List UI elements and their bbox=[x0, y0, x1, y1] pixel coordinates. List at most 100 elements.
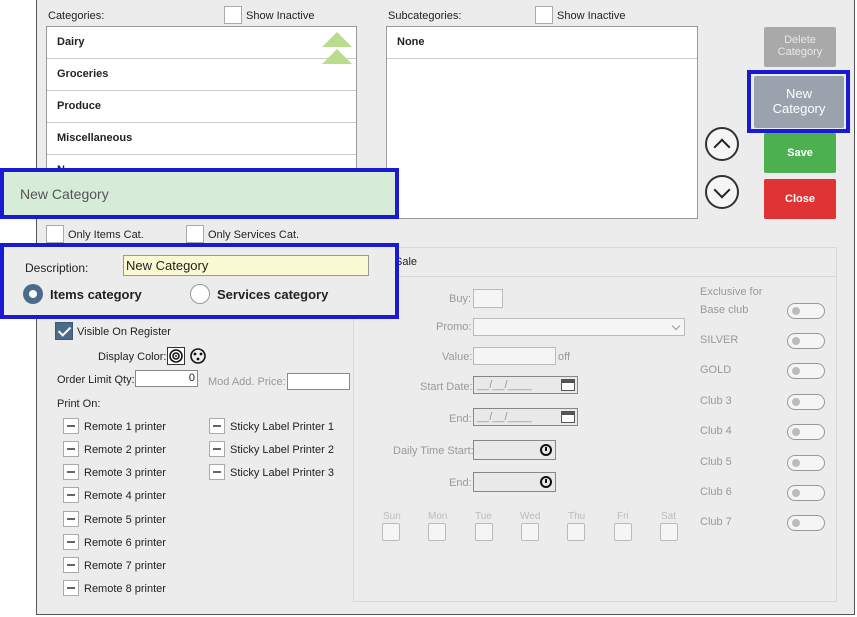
remote-5-printer-checkbox[interactable] bbox=[63, 511, 79, 527]
day-checkbox-wed[interactable] bbox=[521, 523, 539, 541]
sticky-label-printer-3-checkbox[interactable] bbox=[209, 464, 225, 480]
display-color-label: Display Color: bbox=[98, 351, 167, 363]
promo-label: Promo: bbox=[436, 321, 472, 333]
sale-divider bbox=[353, 276, 837, 277]
club-label-gold: GOLD bbox=[700, 364, 732, 376]
club-label-club-3: Club 3 bbox=[700, 395, 732, 407]
list-item[interactable]: Miscellaneous bbox=[47, 123, 356, 155]
clock-icon[interactable] bbox=[540, 476, 552, 488]
club-toggle-club-6[interactable] bbox=[787, 485, 825, 501]
end-date-label: End: bbox=[449, 413, 472, 425]
move-down-button[interactable] bbox=[705, 175, 739, 209]
club-toggle-club-3[interactable] bbox=[787, 394, 825, 410]
categories-show-inactive-checkbox[interactable] bbox=[224, 6, 242, 24]
list-item[interactable]: Produce bbox=[47, 91, 356, 123]
off-label: off bbox=[558, 351, 571, 363]
club-label-club-4: Club 4 bbox=[700, 425, 732, 437]
save-button[interactable]: Save bbox=[764, 133, 836, 173]
club-label-silver: SILVER bbox=[700, 334, 739, 346]
remote-2-printer-label: Remote 2 printer bbox=[84, 444, 166, 456]
categories-show-inactive-label: Show Inactive bbox=[246, 10, 315, 22]
calendar-icon[interactable] bbox=[561, 379, 575, 391]
order-limit-input[interactable]: 0 bbox=[135, 370, 198, 387]
day-label-fri: Fri bbox=[617, 511, 629, 522]
day-label-sat: Sat bbox=[661, 511, 677, 522]
club-toggle-gold[interactable] bbox=[787, 363, 825, 379]
delete-category-button[interactable]: Delete Category bbox=[764, 27, 836, 67]
buy-label: Buy: bbox=[449, 293, 472, 305]
chevron-up-icon bbox=[713, 138, 731, 156]
base-club-toggle[interactable] bbox=[787, 303, 825, 319]
remote-5-printer-label: Remote 5 printer bbox=[84, 514, 166, 526]
remote-2-printer-checkbox[interactable] bbox=[63, 441, 79, 457]
club-label-club-6: Club 6 bbox=[700, 486, 732, 498]
daily-time-start-label: Daily Time Start: bbox=[393, 445, 474, 457]
day-label-mon: Mon bbox=[428, 511, 448, 522]
sticky-label-printer-2-label: Sticky Label Printer 2 bbox=[230, 444, 334, 456]
sale-panel bbox=[353, 247, 837, 602]
calendar-icon[interactable] bbox=[561, 411, 575, 423]
categories-list[interactable]: Dairy Groceries Produce Miscellaneous N bbox=[46, 26, 357, 176]
end-time-input[interactable] bbox=[473, 472, 556, 492]
only-items-checkbox[interactable] bbox=[46, 225, 64, 243]
only-services-label: Only Services Cat. bbox=[208, 229, 300, 241]
clock-icon[interactable] bbox=[540, 444, 552, 456]
sticky-label-printer-1-checkbox[interactable] bbox=[209, 418, 225, 434]
day-checkbox-fri[interactable] bbox=[614, 523, 632, 541]
day-checkbox-tue[interactable] bbox=[475, 523, 493, 541]
remote-3-printer-label: Remote 3 printer bbox=[84, 467, 166, 479]
day-label-sun: Sun bbox=[383, 511, 401, 522]
promo-select[interactable] bbox=[473, 318, 685, 336]
subcategories-show-inactive-checkbox[interactable] bbox=[535, 6, 553, 24]
day-checkbox-thu[interactable] bbox=[567, 523, 585, 541]
club-toggle-club-5[interactable] bbox=[787, 455, 825, 471]
print-on-label: Print On: bbox=[57, 398, 101, 410]
remote-1-printer-checkbox[interactable] bbox=[63, 418, 79, 434]
move-up-button[interactable] bbox=[705, 127, 739, 161]
chevron-down-icon bbox=[713, 181, 731, 199]
only-items-label: Only Items Cat. bbox=[68, 229, 144, 241]
close-button[interactable]: Close bbox=[764, 179, 836, 219]
only-services-checkbox[interactable] bbox=[186, 225, 204, 243]
club-toggle-silver[interactable] bbox=[787, 333, 825, 349]
club-toggle-club-7[interactable] bbox=[787, 515, 825, 531]
exclusive-label-line1: Exclusive for bbox=[700, 286, 763, 298]
remote-8-printer-checkbox[interactable] bbox=[63, 580, 79, 596]
start-date-input[interactable]: __/__/____ bbox=[473, 376, 578, 394]
remote-7-printer-label: Remote 7 printer bbox=[84, 560, 166, 572]
chevron-down-icon bbox=[671, 321, 681, 331]
palette-icon[interactable] bbox=[189, 347, 207, 365]
remote-7-printer-checkbox[interactable] bbox=[63, 557, 79, 573]
scroll-to-top-icon[interactable] bbox=[320, 30, 354, 68]
remote-4-printer-label: Remote 4 printer bbox=[84, 490, 166, 502]
remote-3-printer-checkbox[interactable] bbox=[63, 464, 79, 480]
day-checkbox-sat[interactable] bbox=[660, 523, 678, 541]
remote-4-printer-checkbox[interactable] bbox=[63, 487, 79, 503]
order-limit-value: 0 bbox=[188, 372, 195, 384]
order-limit-label: Order Limit Qty: bbox=[57, 374, 135, 386]
sticky-label-printer-2-checkbox[interactable] bbox=[209, 441, 225, 457]
start-date-value: __/__/____ bbox=[477, 379, 533, 391]
list-item[interactable]: None bbox=[387, 27, 697, 59]
day-checkbox-sun[interactable] bbox=[382, 523, 400, 541]
remote-6-printer-checkbox[interactable] bbox=[63, 534, 79, 550]
remote-1-printer-label: Remote 1 printer bbox=[84, 421, 166, 433]
buy-input[interactable] bbox=[473, 289, 503, 308]
mod-add-price-input[interactable] bbox=[287, 373, 350, 390]
visible-on-register-label: Visible On Register bbox=[77, 326, 171, 338]
day-checkbox-mon[interactable] bbox=[428, 523, 446, 541]
color-swatch[interactable] bbox=[167, 347, 185, 365]
name-banner-highlight bbox=[0, 168, 399, 219]
club-toggle-club-4[interactable] bbox=[787, 424, 825, 440]
day-label-thu: Thu bbox=[568, 511, 586, 522]
list-item[interactable]: Groceries bbox=[47, 59, 356, 91]
visible-on-register-checkbox[interactable] bbox=[55, 322, 73, 340]
value-input[interactable] bbox=[473, 347, 556, 365]
list-item[interactable]: Dairy bbox=[47, 27, 356, 59]
daily-time-start-input[interactable] bbox=[473, 440, 556, 460]
mod-add-price-label: Mod Add. Price: bbox=[208, 376, 286, 388]
subcategories-list[interactable]: None bbox=[386, 26, 698, 219]
end-date-value: __/__/____ bbox=[477, 411, 533, 423]
end-date-input[interactable]: __/__/____ bbox=[473, 408, 578, 426]
exclusive-label-line2: Base club bbox=[700, 304, 749, 316]
